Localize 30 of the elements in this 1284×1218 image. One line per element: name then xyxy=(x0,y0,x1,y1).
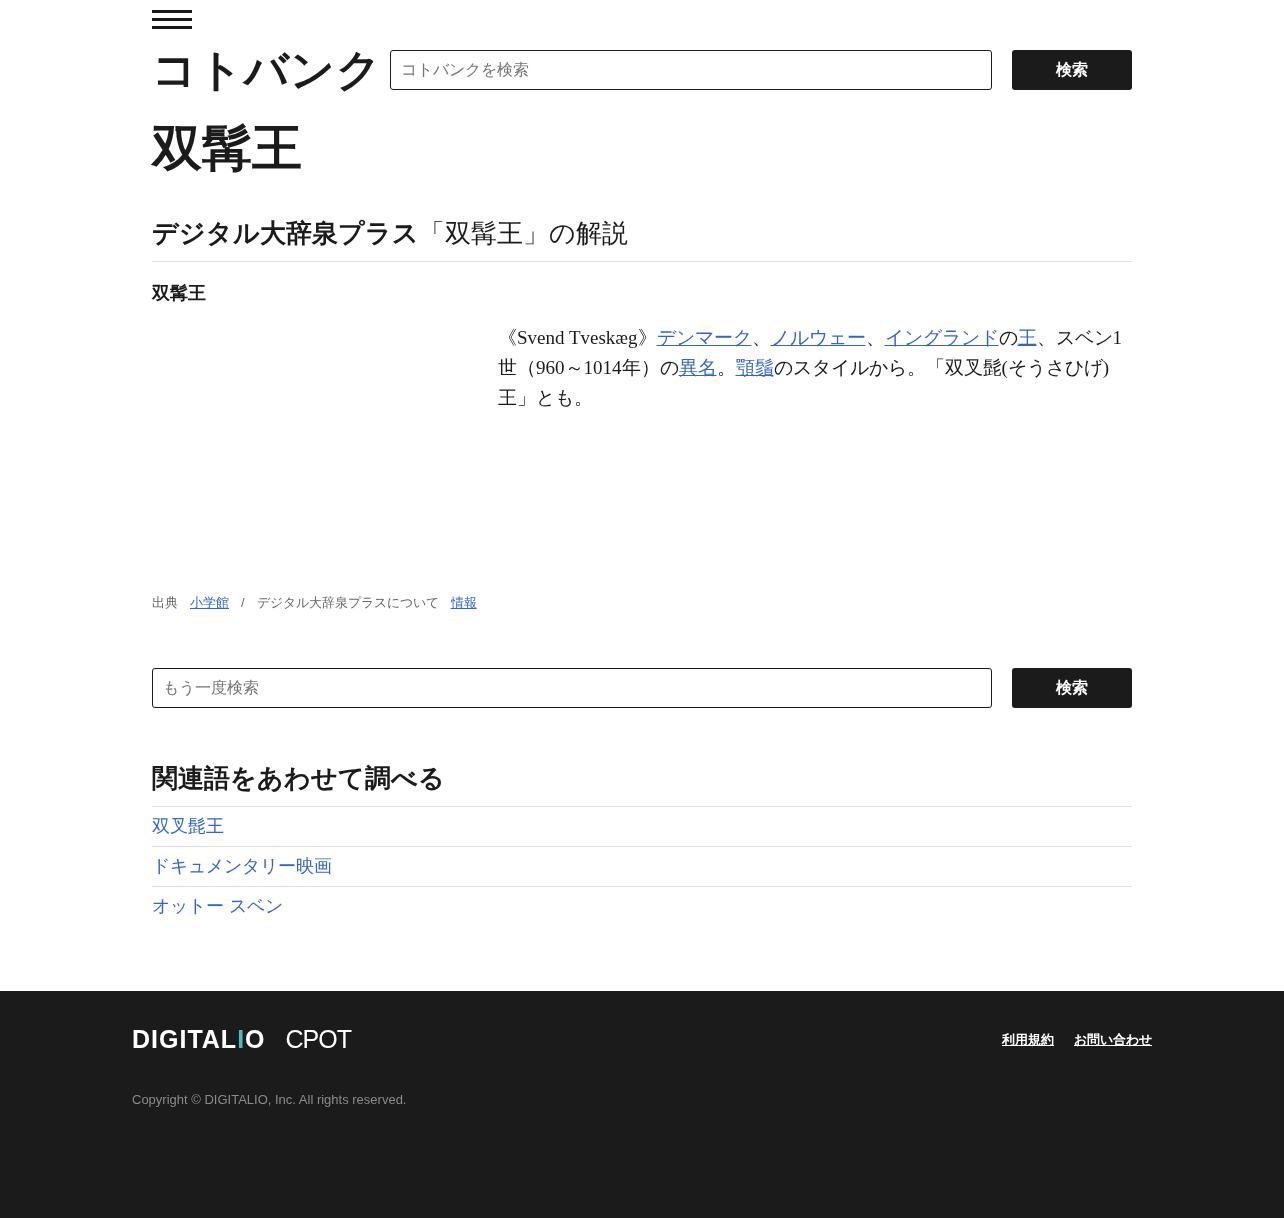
copyright-text: Copyright © DIGITALIO, Inc. All rights reserved. xyxy=(132,1090,408,1109)
related-link[interactable]: オットー スベン xyxy=(152,893,283,921)
related-link[interactable]: 双叉髭王 xyxy=(152,812,224,840)
info-link[interactable]: 情報 xyxy=(450,593,477,613)
definition-link[interactable]: デンマーク xyxy=(656,327,752,349)
search-field[interactable]: コトバンクを検索 xyxy=(390,50,992,90)
related-heading: 関連語をあわせて調べる xyxy=(152,762,1132,807)
footer-link[interactable]: お問い合わせ xyxy=(1074,1029,1152,1050)
page-title: 双髯王 xyxy=(152,119,303,178)
search-button[interactable]: 検索 xyxy=(1012,50,1132,90)
digitalio-logo[interactable]: DIGITALIO xyxy=(132,1026,266,1052)
definition-link[interactable]: 王 xyxy=(1017,327,1037,349)
footer-link[interactable]: 利用規約 xyxy=(1002,1029,1054,1050)
cpot-logo[interactable]: CPOT xyxy=(285,1026,351,1052)
separator: / xyxy=(241,594,245,613)
publisher-link[interactable]: 小学館 xyxy=(190,593,229,613)
definition-link[interactable]: ノルウェー xyxy=(770,327,866,349)
definition-link[interactable]: イングランド xyxy=(884,327,999,349)
related-link[interactable]: ドキュメンタリー映画 xyxy=(152,852,332,880)
source-label: 出典 xyxy=(152,594,178,613)
site-logo[interactable]: コトバンク xyxy=(152,48,390,92)
definition-link[interactable]: 異名 xyxy=(678,357,717,379)
menu-icon[interactable] xyxy=(152,10,192,30)
entry-term: 双髯王 xyxy=(152,282,207,306)
definition-link[interactable]: 顎鬚 xyxy=(735,357,774,379)
about-text: デジタル大辞泉プラスについて xyxy=(256,594,439,613)
definition-text: 《Svend Tveskæg》デンマーク、ノルウェー、イングランドの王、スベン1世（960～1014年）の異名。顎鬚のスタイルから。「双叉髭(そうさひげ)王」とも。 xyxy=(498,326,1123,411)
section-heading: デジタル大辞泉プラス「双髯王」の解説 xyxy=(152,218,628,250)
search-button[interactable]: 検索 xyxy=(1012,667,1132,708)
search-again-field[interactable]: もう一度検索 xyxy=(152,667,992,708)
